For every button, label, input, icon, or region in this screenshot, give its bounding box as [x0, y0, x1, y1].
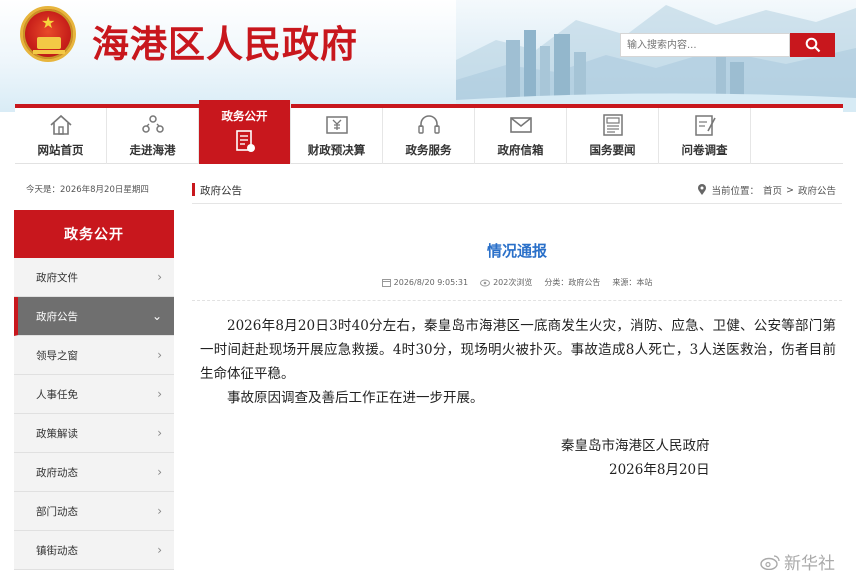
signature-date: 2026年8月20日	[609, 462, 710, 478]
nav-label: 财政预决算	[307, 143, 366, 157]
breadcrumb-separator: >	[786, 184, 794, 196]
survey-icon	[694, 115, 716, 136]
search-button[interactable]	[790, 33, 835, 57]
breadcrumb-home-link[interactable]: 首页	[763, 183, 782, 197]
sidebar-item-department-news[interactable]: 部门动态 ›	[14, 492, 174, 531]
sidebar-item-gov-documents[interactable]: 政府文件 ›	[14, 258, 174, 297]
nav-item-mailbox[interactable]: 政府信箱	[475, 108, 567, 164]
nav-label: 国务要闻	[589, 143, 636, 157]
main-nav: 网站首页 走进海港 政务公开 财政预决算 政务服务 政府信箱 国务要闻 问卷调查	[15, 100, 843, 164]
nav-item-survey[interactable]: 问卷调查	[659, 108, 751, 164]
sidebar-item-policy-interpretation[interactable]: 政策解读 ›	[14, 414, 174, 453]
sidebar-item-gov-announcements[interactable]: 政府公告 ⌄	[14, 297, 174, 336]
article-signature-block: 秦皇岛市海港区人民政府 2026年8月20日	[561, 434, 741, 482]
sidebar-item-label: 镇街动态	[36, 544, 78, 557]
sidebar-heading: 政务公开	[14, 210, 174, 258]
search-input[interactable]	[620, 33, 790, 57]
nav-item-gov-affairs[interactable]: 政务公开	[199, 100, 291, 164]
nav-item-state-news[interactable]: 国务要闻	[567, 108, 659, 164]
nav-item-finance[interactable]: 财政预决算	[291, 108, 383, 164]
meta-date-text: 2026/8/20 9:05:31	[393, 278, 469, 287]
site-title: 海港区人民政府	[92, 22, 358, 66]
sidebar-item-leaders[interactable]: 领导之窗 ›	[14, 336, 174, 375]
breadcrumb-current-link[interactable]: 政府公告	[798, 183, 836, 197]
section-marker	[192, 183, 195, 196]
headset-icon	[417, 115, 440, 134]
location-pin-icon	[698, 184, 707, 195]
sidebar-item-appointments[interactable]: 人事任免 ›	[14, 375, 174, 414]
search-box	[620, 33, 835, 57]
chevron-right-icon: ›	[157, 504, 162, 518]
national-emblem-logo: ★	[20, 6, 76, 62]
home-icon	[49, 114, 72, 135]
site-header: ★ 海港区人民政府	[0, 0, 856, 112]
search-icon	[805, 37, 820, 53]
sidebar-item-gov-news[interactable]: 政府动态 ›	[14, 453, 174, 492]
calendar-icon	[381, 279, 391, 287]
article-meta: 2026/8/20 9:05:31 202次浏览 分类：政府公告 来源：本站	[192, 277, 842, 288]
meta-category: 分类：政府公告	[544, 278, 601, 287]
nav-item-services[interactable]: 政务服务	[383, 108, 475, 164]
meta-divider	[192, 300, 842, 301]
people-icon	[141, 115, 164, 133]
breadcrumb-bar: 政府公告 当前位置： 首页 > 政府公告	[192, 176, 842, 204]
chevron-right-icon: ›	[157, 426, 162, 440]
signature-org: 秦皇岛市海港区人民政府	[561, 438, 710, 454]
sidebar-item-label: 领导之窗	[36, 349, 78, 362]
chevron-right-icon: ›	[157, 348, 162, 362]
sidebar-item-label: 政府动态	[36, 466, 78, 479]
watermark: 新华社	[760, 549, 835, 574]
watermark-text: 新华社	[784, 554, 835, 574]
section-title: 政府公告	[200, 185, 242, 197]
chevron-down-icon: ⌄	[151, 309, 162, 323]
article-paragraph: 事故原因调查及善后工作正在进一步开展。	[227, 390, 484, 406]
newspaper-icon	[602, 114, 623, 136]
nav-label: 问卷调查	[681, 143, 728, 157]
mail-icon	[509, 117, 532, 133]
nav-label: 网站首页	[37, 143, 84, 157]
weibo-icon	[760, 554, 780, 570]
document-icon	[235, 130, 255, 152]
meta-views-text: 202次浏览	[493, 278, 533, 287]
sidebar-item-label: 人事任免	[36, 388, 78, 401]
meta-date: 2026/8/20 9:05:31	[381, 277, 469, 288]
chevron-right-icon: ›	[157, 387, 162, 401]
sidebar-item-label: 政府文件	[36, 271, 78, 284]
eye-icon	[480, 279, 491, 286]
meta-source: 来源：本站	[612, 278, 653, 287]
meta-views: 202次浏览	[480, 277, 532, 288]
breadcrumb-prefix: 当前位置：	[711, 186, 759, 197]
nav-item-home[interactable]: 网站首页	[15, 108, 107, 164]
sidebar-item-label: 政府公告	[36, 310, 78, 323]
nav-label: 政务公开	[221, 109, 268, 123]
breadcrumb: 当前位置： 首页 > 政府公告	[697, 183, 836, 197]
chevron-right-icon: ›	[157, 465, 162, 479]
article-title: 情况通报	[486, 242, 547, 260]
nav-label: 走进海港	[129, 143, 176, 157]
nav-label: 政府信箱	[497, 143, 544, 157]
finance-icon	[325, 116, 348, 134]
chevron-right-icon: ›	[157, 543, 162, 557]
current-date: 今天是：2026年8月20日星期四	[26, 185, 149, 195]
article-paragraph: 2026年8月20日3时40分左右，秦皇岛市海港区一底商发生火灾，消防、应急、卫…	[200, 318, 836, 382]
sidebar-item-label: 政策解读	[36, 427, 78, 440]
sidebar-item-town-news[interactable]: 镇街动态 ›	[14, 531, 174, 570]
article-body: 2026年8月20日3时40分左右，秦皇岛市海港区一底商发生火灾，消防、应急、卫…	[200, 314, 836, 410]
sidebar-item-label: 部门动态	[36, 505, 78, 518]
nav-item-about[interactable]: 走进海港	[107, 108, 199, 164]
chevron-right-icon: ›	[157, 270, 162, 284]
nav-label: 政务服务	[405, 143, 452, 157]
sidebar: 政务公开 政府文件 › 政府公告 ⌄ 领导之窗 › 人事任免 › 政策解读 › …	[14, 210, 174, 570]
